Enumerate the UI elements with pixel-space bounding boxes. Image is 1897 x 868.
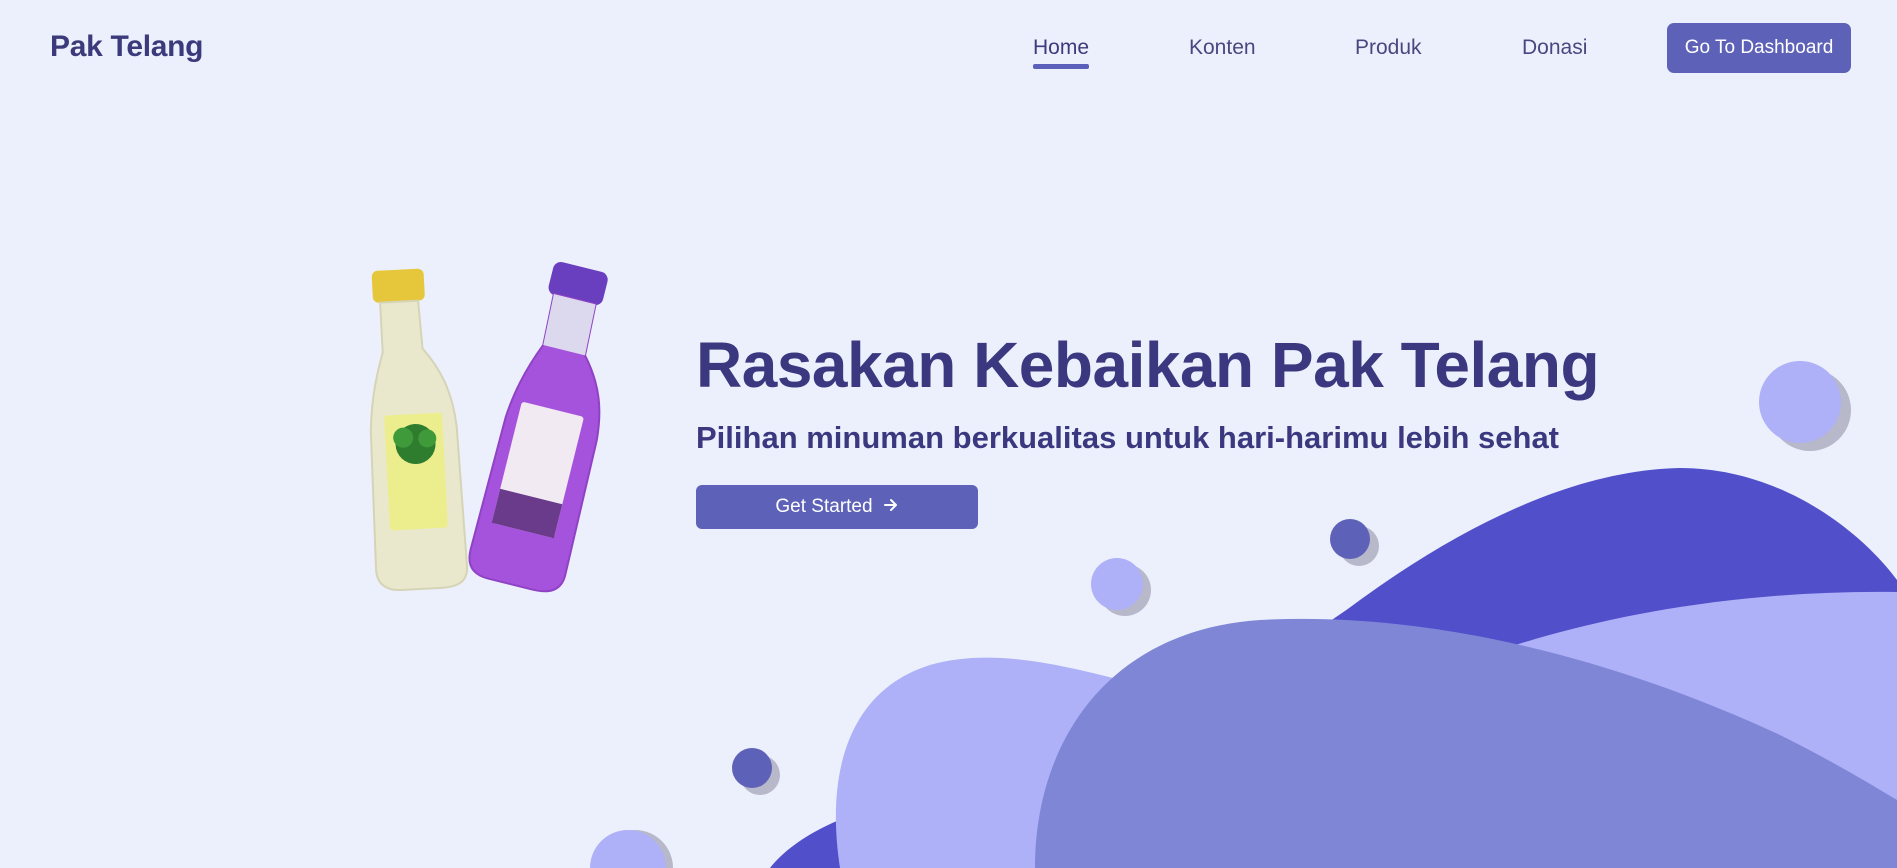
nav-home-label: Home <box>1033 36 1090 59</box>
get-started-label: Get Started <box>775 496 873 517</box>
brand-logo[interactable]: Pak Telang <box>50 30 203 64</box>
hero-title: Rasakan Kebaikan Pak Telang <box>696 329 1600 401</box>
nav-konten-label: Konten <box>1189 36 1256 59</box>
bubble-bottom-left <box>590 830 673 868</box>
site-header: Pak Telang Home Konten Produk Donasi Go … <box>0 0 1897 96</box>
get-started-button[interactable]: Get Started <box>696 485 978 529</box>
nav-donasi[interactable]: Donasi <box>1522 36 1587 60</box>
nav-produk[interactable]: Produk <box>1355 36 1422 60</box>
nav-donasi-label: Donasi <box>1522 36 1588 59</box>
bubble-light-center <box>1091 558 1151 616</box>
bubble-mid-top <box>1330 519 1379 566</box>
product-bottles-image <box>369 262 608 593</box>
bubble-small-left <box>732 748 780 795</box>
nav-produk-label: Produk <box>1355 36 1422 59</box>
hero-subtitle: Pilihan minuman berkualitas untuk hari-h… <box>696 420 1560 455</box>
nav-konten[interactable]: Konten <box>1189 36 1256 60</box>
telang-bottle <box>468 262 608 593</box>
active-nav-indicator <box>1033 64 1090 69</box>
go-to-dashboard-button[interactable]: Go To Dashboard <box>1667 23 1851 73</box>
minty-bottle <box>369 268 469 591</box>
arrow-right-icon <box>883 497 899 517</box>
nav-home[interactable]: Home <box>1033 36 1090 69</box>
bubble-large-right <box>1759 361 1851 451</box>
